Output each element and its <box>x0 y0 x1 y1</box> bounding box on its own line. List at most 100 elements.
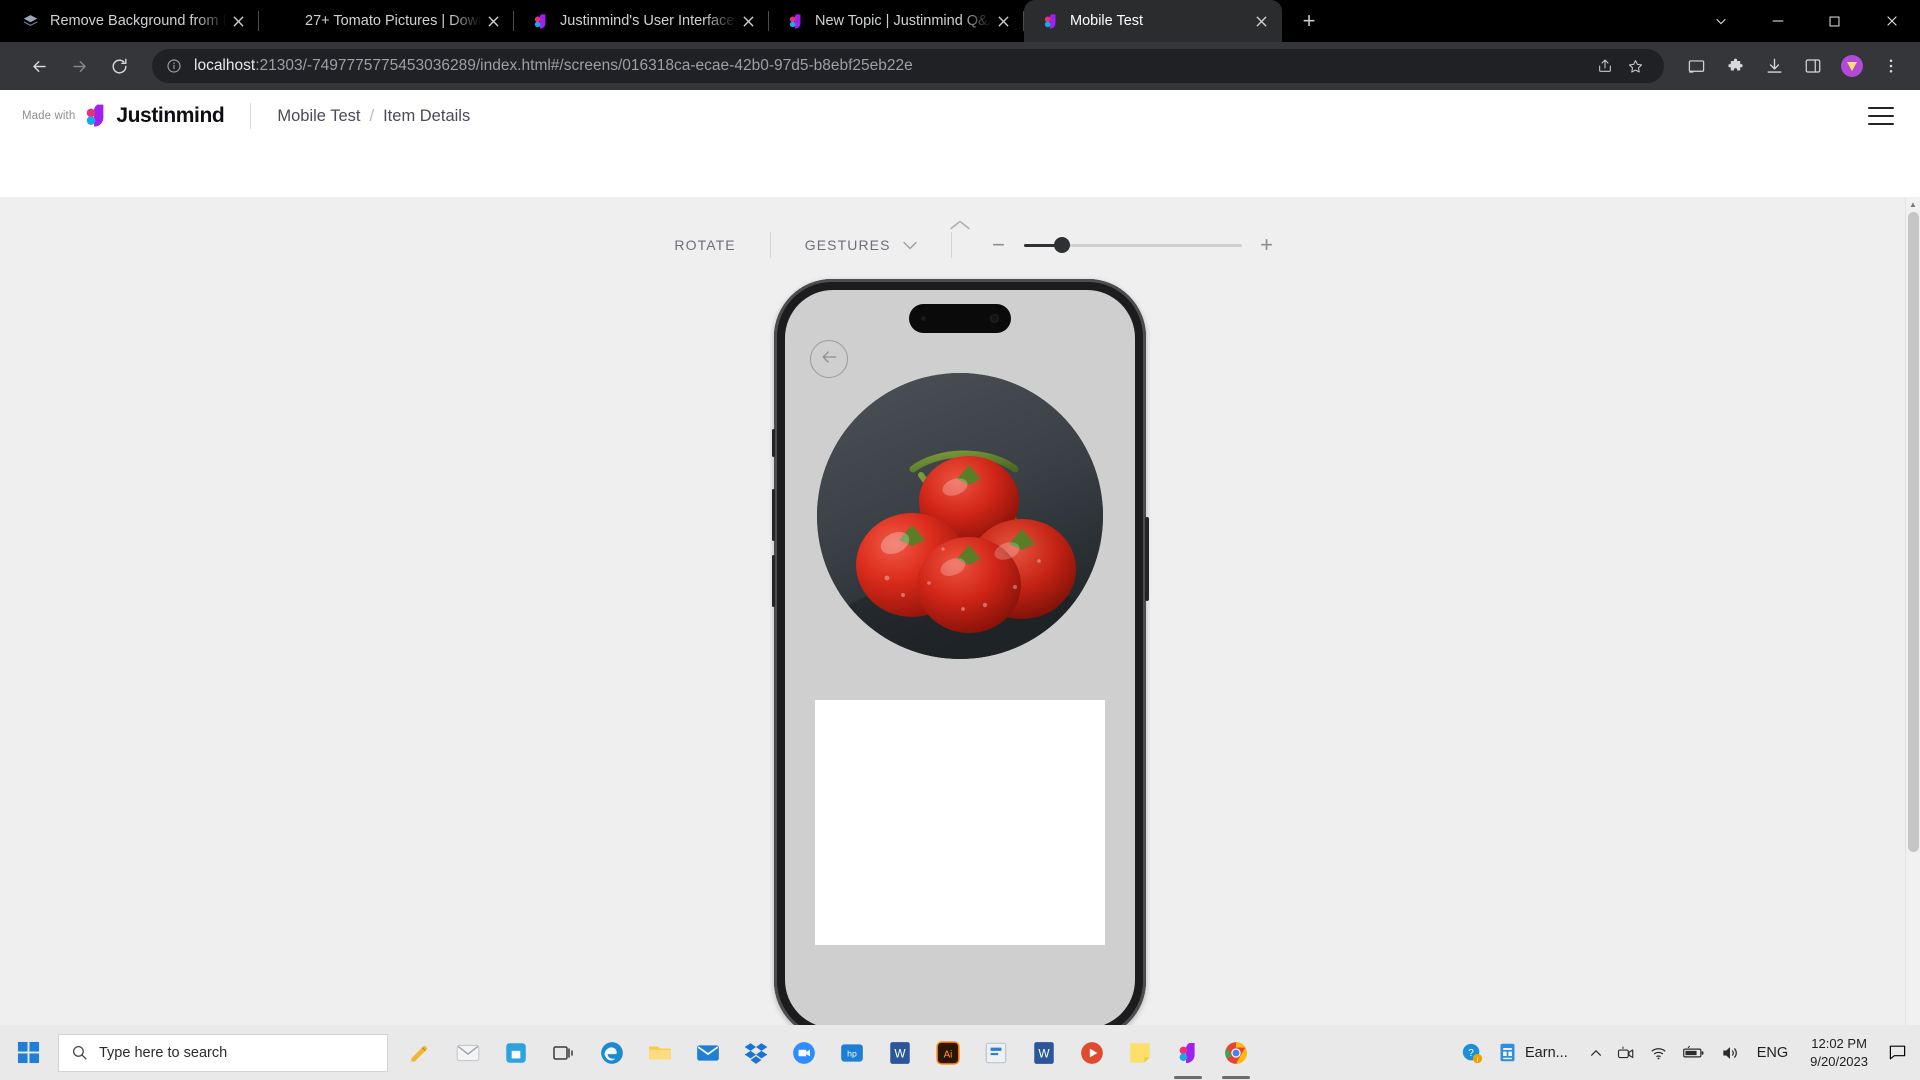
word-doc-icon[interactable]: W <box>1020 1025 1068 1080</box>
app-blue-icon[interactable] <box>972 1025 1020 1080</box>
sidepanel-icon[interactable] <box>1796 49 1830 83</box>
page-scrollbar[interactable]: ▲ <box>1905 197 1920 1025</box>
mail-icon[interactable] <box>684 1025 732 1080</box>
browser-tab-4[interactable]: New Topic | Justinmind Q&A <box>769 0 1024 42</box>
cortana-icon[interactable] <box>396 1025 444 1080</box>
breadcrumb-project[interactable]: Mobile Test <box>277 107 360 126</box>
browser-tab-3[interactable]: Justinmind's User Interface <box>514 0 769 42</box>
scrollbar-thumb[interactable] <box>1908 212 1919 852</box>
word-icon[interactable]: W <box>876 1025 924 1080</box>
share-icon[interactable] <box>1590 51 1620 81</box>
simulation-toolbar: ROTATE GESTURES − + <box>0 197 1920 269</box>
wifi-icon[interactable] <box>1642 1043 1675 1062</box>
star-icon[interactable] <box>1620 51 1650 81</box>
hamburger-menu-icon[interactable] <box>1868 107 1894 125</box>
close-icon[interactable] <box>227 10 249 32</box>
volume-down-button[interactable] <box>772 555 776 607</box>
chevron-up-icon[interactable] <box>947 218 973 232</box>
mail-sparkle-icon[interactable] <box>444 1025 492 1080</box>
blank-icon <box>277 13 294 30</box>
power-button[interactable] <box>1145 517 1149 601</box>
battery-icon[interactable] <box>1675 1045 1713 1061</box>
hero-product-image[interactable] <box>817 373 1103 659</box>
prototype-screen[interactable] <box>785 290 1135 1025</box>
cast-icon[interactable] <box>1679 49 1713 83</box>
breadcrumb-separator: / <box>370 107 375 126</box>
details-card[interactable] <box>815 700 1105 945</box>
extensions-icon[interactable] <box>1718 49 1752 83</box>
zoom-slider-control[interactable]: − + <box>952 232 1280 258</box>
task-view-icon[interactable] <box>540 1025 588 1080</box>
browser-tab-1[interactable]: Remove Background from I <box>4 0 259 42</box>
search-icon <box>71 1044 88 1061</box>
myhp-icon[interactable]: hp <box>828 1025 876 1080</box>
volume-up-button[interactable] <box>772 489 776 541</box>
close-icon[interactable] <box>992 10 1014 32</box>
svg-text:W: W <box>1038 1046 1050 1060</box>
download-icon[interactable] <box>1757 49 1791 83</box>
mute-switch[interactable] <box>772 429 776 457</box>
windows-taskbar: Type here to search hp <box>0 1025 1920 1080</box>
chevron-up-icon[interactable] <box>1582 1046 1610 1060</box>
info-circle-icon[interactable] <box>166 58 182 74</box>
clock-date: 9/20/2023 <box>1810 1054 1868 1069</box>
notification-icon[interactable] <box>1880 1025 1914 1080</box>
more-menu-icon[interactable] <box>1874 49 1908 83</box>
zoom-slider-track[interactable] <box>1024 244 1242 247</box>
omnibox-actions <box>1590 51 1650 81</box>
close-icon[interactable] <box>737 10 759 32</box>
forward-arrow-icon[interactable] <box>62 49 96 83</box>
file-explorer-icon[interactable] <box>636 1025 684 1080</box>
caret-up-icon[interactable]: ▲ <box>1906 197 1920 212</box>
illustrator-icon[interactable]: Ai <box>924 1025 972 1080</box>
zoom-in-button[interactable]: + <box>1254 232 1280 258</box>
browser-tab-5-active[interactable]: Mobile Test <box>1024 0 1282 42</box>
tray-doc-label[interactable]: Earn... <box>1525 1045 1582 1061</box>
chrome-icon[interactable] <box>1212 1025 1260 1080</box>
close-icon[interactable] <box>1863 0 1920 42</box>
simulation-area: ROTATE GESTURES − + <box>0 197 1920 1025</box>
earnings-doc-icon[interactable] <box>1490 1042 1525 1063</box>
justinmind-icon[interactable] <box>1164 1025 1212 1080</box>
volume-icon[interactable] <box>1713 1043 1747 1063</box>
media-player-icon[interactable] <box>1068 1025 1116 1080</box>
help-question-icon[interactable]: ?i <box>1454 1042 1490 1064</box>
gestures-label: GESTURES <box>805 237 891 253</box>
address-bar[interactable]: localhost:21303/-7497775775453036289/ind… <box>152 49 1664 83</box>
breadcrumb-screen[interactable]: Item Details <box>383 107 470 126</box>
url-host: localhost <box>194 57 255 74</box>
gestures-dropdown[interactable]: GESTURES <box>771 237 951 253</box>
windows-start-icon[interactable] <box>0 1025 56 1080</box>
maximize-icon[interactable] <box>1806 0 1863 42</box>
close-icon[interactable] <box>1250 10 1272 32</box>
rotate-button[interactable]: ROTATE <box>640 237 769 253</box>
search-input[interactable]: Type here to search <box>58 1034 388 1072</box>
reload-icon[interactable] <box>102 49 136 83</box>
language-indicator[interactable]: ENG <box>1747 1045 1798 1061</box>
search-placeholder: Type here to search <box>99 1045 227 1061</box>
close-icon[interactable] <box>482 10 504 32</box>
dropbox-icon[interactable] <box>732 1025 780 1080</box>
zoom-out-button[interactable]: − <box>986 232 1012 258</box>
minimize-icon[interactable] <box>1749 0 1806 42</box>
svg-text:i: i <box>1477 1056 1478 1063</box>
browser-tab-2[interactable]: 27+ Tomato Pictures | Down <box>259 0 514 42</box>
clock[interactable]: 12:02 PM 9/20/2023 <box>1798 1035 1880 1070</box>
url-path: :21303/-7497775775453036289/index.html#/… <box>255 57 913 74</box>
tab-title: New Topic | Justinmind Q&A <box>815 13 992 29</box>
new-tab-button[interactable]: + <box>1292 4 1326 38</box>
back-button[interactable] <box>810 340 848 378</box>
chevron-down-icon[interactable] <box>1692 0 1749 42</box>
chevron-down-icon <box>903 241 917 250</box>
tomatoes-photo <box>817 373 1103 659</box>
back-arrow-icon[interactable] <box>22 49 56 83</box>
store-icon[interactable] <box>492 1025 540 1080</box>
sticky-notes-icon[interactable] <box>1116 1025 1164 1080</box>
profile-avatar[interactable] <box>1835 49 1869 83</box>
edge-icon[interactable] <box>588 1025 636 1080</box>
made-with-label: Made with <box>22 110 75 122</box>
camera-icon[interactable] <box>1610 1044 1642 1062</box>
phone-device-frame <box>774 279 1146 1025</box>
zoom-slider-thumb[interactable] <box>1054 237 1070 253</box>
zoom-icon[interactable] <box>780 1025 828 1080</box>
